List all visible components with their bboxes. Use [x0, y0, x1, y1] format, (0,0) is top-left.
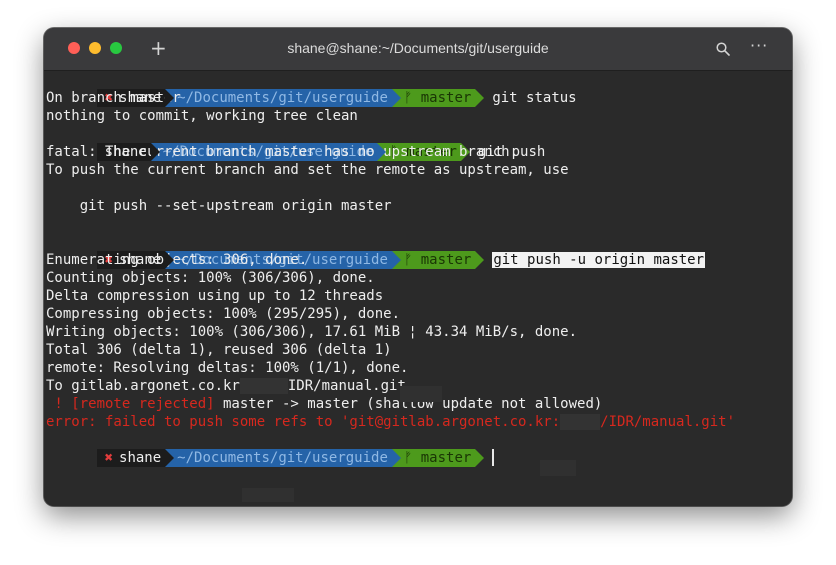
prompt-git-segment: ᚠ master [391, 251, 476, 269]
prompt: ✖ shane ~/Documents/git/userguide ᚠ maste… [96, 449, 485, 467]
remote-url-prefix: To gitlab.argonet.co.kr [46, 378, 240, 394]
prompt-git-segment: ᚠ master [391, 89, 476, 107]
error-prefix: error: failed to push some refs to 'git@… [46, 414, 561, 430]
prompt-user-segment: ✖ shane [96, 449, 166, 467]
command-text: git status [492, 90, 577, 106]
redaction-smudge [400, 386, 442, 402]
prompt-line: shane ~/Documents/git/userguide ᚠ master… [46, 125, 545, 161]
prompt-line: ✖ shane ~/Documents/git/userguide ᚠ maste… [46, 233, 706, 269]
output-line: fatal: The current branch master has no … [46, 144, 519, 160]
error-x-icon: ✖ [104, 450, 114, 466]
remote-url-suffix: IDR/manual.git [287, 378, 406, 394]
redacted-block [239, 378, 288, 394]
prompt-dir: ~/Documents/git/userguide [177, 450, 388, 466]
more-icon[interactable]: ··· [750, 36, 768, 55]
prompt-user: shane [119, 450, 162, 466]
output-line: To push the current branch and set the r… [46, 162, 569, 178]
error-line: error: failed to push some refs to 'git@… [46, 413, 735, 431]
branch-icon: ᚠ [403, 450, 413, 466]
prompt-dir-segment: ~/Documents/git/userguide [165, 89, 392, 107]
output-line: Compressing objects: 100% (295/295), don… [46, 306, 401, 322]
rejected-label: ! [remote rejected] [46, 396, 215, 412]
prompt-branch: master [420, 90, 472, 106]
terminal-window: + shane@shane:~/Documents/git/userguide … [44, 28, 792, 506]
redaction-smudge [540, 460, 576, 476]
text-cursor[interactable] [492, 449, 495, 466]
terminal-content[interactable]: ✖ shane ~/Documents/git/userguide ᚠ maste… [44, 71, 792, 506]
prompt-line: ✖ shane ~/Documents/git/userguide ᚠ maste… [46, 431, 495, 467]
output-line: Writing objects: 100% (306/306), 17.61 M… [46, 324, 578, 340]
output-line: Counting objects: 100% (306/306), done. [46, 270, 375, 286]
error-suffix: /IDR/manual.git' [600, 414, 736, 430]
window-title: shane@shane:~/Documents/git/userguide [287, 40, 549, 56]
output-line: Total 306 (delta 1), reused 306 (delta 1… [46, 342, 392, 358]
prompt-line: ✖ shane ~/Documents/git/userguide ᚠ maste… [46, 71, 577, 107]
search-icon[interactable] [716, 41, 730, 60]
command-text-selected[interactable]: git push -u origin master [492, 252, 706, 268]
output-line: On branch master [46, 90, 181, 106]
branch-icon: ᚠ [403, 252, 413, 268]
title-bar: + shane@shane:~/Documents/git/userguide … [44, 28, 792, 71]
prompt-branch: master [420, 450, 472, 466]
output-line: nothing to commit, working tree clean [46, 108, 358, 124]
output-line: remote: Resolving deltas: 100% (1/1), do… [46, 360, 409, 376]
output-line: ! [remote rejected] master -> master (sh… [46, 395, 602, 413]
redaction-smudge [242, 488, 294, 502]
output-line: Delta compression using up to 12 threads [46, 288, 384, 304]
prompt-branch: master [420, 252, 472, 268]
prompt-dir-segment: ~/Documents/git/userguide [165, 449, 392, 467]
output-line: To gitlab.argonet.co.kr IDR/manual.git [46, 377, 406, 395]
output-line: Enumerating objects: 306, done. [46, 252, 308, 268]
branch-icon: ᚠ [403, 90, 413, 106]
prompt-dir: ~/Documents/git/userguide [177, 90, 388, 106]
output-line: git push --set-upstream origin master [46, 198, 392, 214]
prompt-git-segment: ᚠ master [391, 449, 476, 467]
redacted-block [560, 414, 601, 430]
